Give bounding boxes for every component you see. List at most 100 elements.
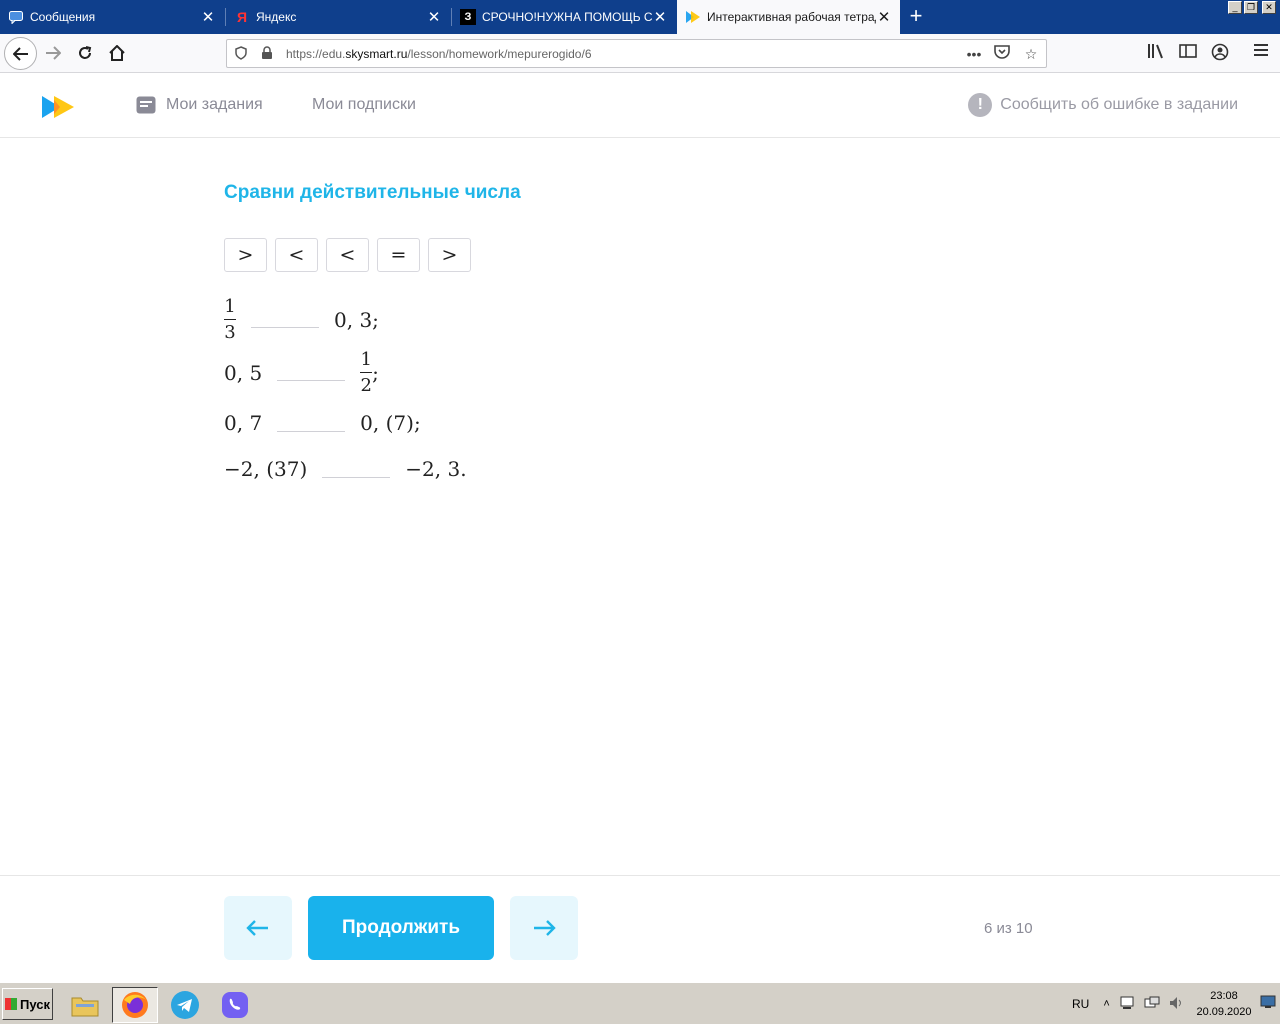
url-host: skysmart.ru: [345, 47, 408, 61]
option-chip[interactable]: =: [377, 238, 420, 272]
option-chip[interactable]: <: [275, 238, 318, 272]
answer-blank[interactable]: [277, 380, 346, 381]
answer-blank[interactable]: [251, 327, 319, 328]
right-suffix: ;: [372, 360, 379, 385]
more-actions-icon[interactable]: •••: [965, 45, 983, 63]
windows-taskbar: Пуск RU ˄ 23:08 20.09.2020: [0, 982, 1280, 1024]
clock-time: 23:08: [1210, 990, 1238, 1002]
address-bar[interactable]: https://edu.skysmart.ru/lesson/homework/…: [226, 39, 1047, 68]
tab-skysmart[interactable]: Интерактивная рабочая тетрад ✕: [677, 0, 900, 34]
volume-icon[interactable]: [1168, 996, 1184, 1013]
left-operand: 0, 7: [224, 411, 263, 435]
nav-my-subscriptions[interactable]: Мои подписки: [312, 96, 416, 114]
bookmark-star-icon[interactable]: ☆: [1022, 45, 1040, 63]
chevron-up-icon[interactable]: ˄: [1103, 998, 1109, 1010]
minimize-button[interactable]: _: [1228, 1, 1242, 14]
exclamation-icon: !: [968, 93, 993, 117]
task-title: Сравни действительные числа: [224, 182, 521, 203]
comparison-row: 0, 5 1 2 ;: [224, 349, 379, 396]
tab-title: Интерактивная рабочая тетрад: [707, 10, 876, 24]
report-error-link[interactable]: ! Сообщить об ошибке в задании: [968, 93, 1238, 117]
tab-messages[interactable]: Сообщения ✕: [0, 0, 224, 34]
shield-icon[interactable]: [233, 46, 249, 62]
fraction: 1 2: [360, 349, 373, 396]
close-icon[interactable]: ✕: [426, 9, 442, 26]
option-chip[interactable]: >: [428, 238, 471, 272]
back-button[interactable]: [4, 37, 37, 70]
taskbar-telegram[interactable]: [162, 987, 208, 1023]
restore-button[interactable]: ❐: [1244, 1, 1258, 14]
sidebar-icon[interactable]: [1178, 43, 1198, 63]
folder-icon: [71, 997, 99, 1017]
close-window-button[interactable]: ✕: [1262, 1, 1276, 14]
forward-button[interactable]: [38, 38, 68, 68]
firefox-icon: [122, 992, 148, 1018]
option-chip[interactable]: >: [224, 238, 267, 272]
taskbar-viber[interactable]: [212, 987, 258, 1023]
right-operand: 0, (7);: [360, 411, 421, 435]
denominator: 3: [224, 322, 236, 343]
comparison-row: 0, 7 0, (7);: [224, 411, 421, 435]
new-tab-button[interactable]: +: [904, 4, 928, 30]
start-label: Пуск: [20, 996, 50, 1012]
close-icon[interactable]: ✕: [200, 9, 216, 26]
yandex-icon: Я: [236, 9, 248, 25]
url-path: /lesson/homework/mepurerogido/6: [407, 47, 592, 61]
arrow-left-icon: [12, 46, 28, 61]
lock-icon[interactable]: [261, 46, 277, 62]
tasks-icon: [136, 96, 156, 114]
numerator: 1: [224, 296, 236, 317]
arrow-left-icon: [246, 920, 268, 936]
home-button[interactable]: [102, 38, 132, 68]
comparison-row: −2, (37) −2, 3.: [224, 457, 467, 481]
report-error-label: Сообщить об ошибке в задании: [1000, 96, 1238, 113]
library-icon[interactable]: [1146, 43, 1166, 63]
close-icon[interactable]: ✕: [652, 9, 668, 26]
start-button[interactable]: Пуск: [2, 988, 53, 1020]
nav-my-subscriptions-label: Мои подписки: [312, 96, 416, 113]
url-prefix: https://edu.: [286, 47, 346, 61]
home-icon: [109, 45, 125, 61]
network-icon[interactable]: [1120, 996, 1136, 1013]
arrow-right-icon: [534, 920, 556, 936]
nav-my-tasks[interactable]: Мои задания: [136, 96, 263, 114]
browser-tab-strip: Сообщения ✕ Я Яндекс ✕ З СРОЧНО!НУЖНА ПО…: [0, 0, 1280, 34]
devices-icon[interactable]: [1144, 996, 1160, 1013]
skysmart-icon: [685, 9, 701, 25]
denominator: 2: [360, 375, 372, 396]
numerator: 1: [360, 349, 372, 370]
left-operand: 0, 5: [224, 360, 263, 385]
account-icon[interactable]: [1210, 43, 1230, 63]
reload-button[interactable]: [70, 38, 100, 68]
option-chip[interactable]: <: [326, 238, 369, 272]
fraction-bar: [360, 372, 373, 373]
site-header: Мои задания Мои подписки ! Сообщить об о…: [0, 74, 1280, 138]
pocket-icon[interactable]: [993, 45, 1011, 63]
answer-blank[interactable]: [322, 476, 391, 478]
skysmart-logo-icon[interactable]: [40, 94, 76, 120]
tab-znanija[interactable]: З СРОЧНО!НУЖНА ПОМОЩЬ С АЛ ✕: [452, 0, 676, 34]
previous-button[interactable]: [224, 896, 292, 960]
answer-options: > < < = >: [224, 238, 479, 272]
znanija-icon: З: [460, 9, 476, 25]
taskbar-explorer[interactable]: [62, 987, 108, 1023]
tab-yandex[interactable]: Я Яндекс ✕: [226, 0, 450, 34]
continue-button[interactable]: Продолжить: [308, 896, 494, 960]
language-indicator[interactable]: RU: [1072, 997, 1089, 1011]
menu-icon[interactable]: [1251, 43, 1271, 63]
nav-my-tasks-label: Мои задания: [166, 96, 263, 113]
telegram-icon: [171, 991, 199, 1019]
footer-divider: [0, 875, 1280, 876]
right-operand: 0, 3;: [334, 307, 379, 332]
show-desktop-icon[interactable]: [1260, 995, 1276, 1014]
url-text[interactable]: https://edu.skysmart.ru/lesson/homework/…: [286, 47, 592, 61]
fraction-bar: [224, 319, 236, 320]
chat-icon: [8, 9, 24, 25]
answer-blank[interactable]: [277, 430, 346, 432]
close-icon[interactable]: ✕: [876, 9, 892, 26]
next-button[interactable]: [510, 896, 578, 960]
left-operand: −2, (37): [224, 457, 308, 481]
arrow-right-icon: [46, 46, 61, 60]
system-clock[interactable]: 23:08 20.09.2020: [1192, 988, 1256, 1020]
taskbar-firefox[interactable]: [112, 987, 158, 1023]
